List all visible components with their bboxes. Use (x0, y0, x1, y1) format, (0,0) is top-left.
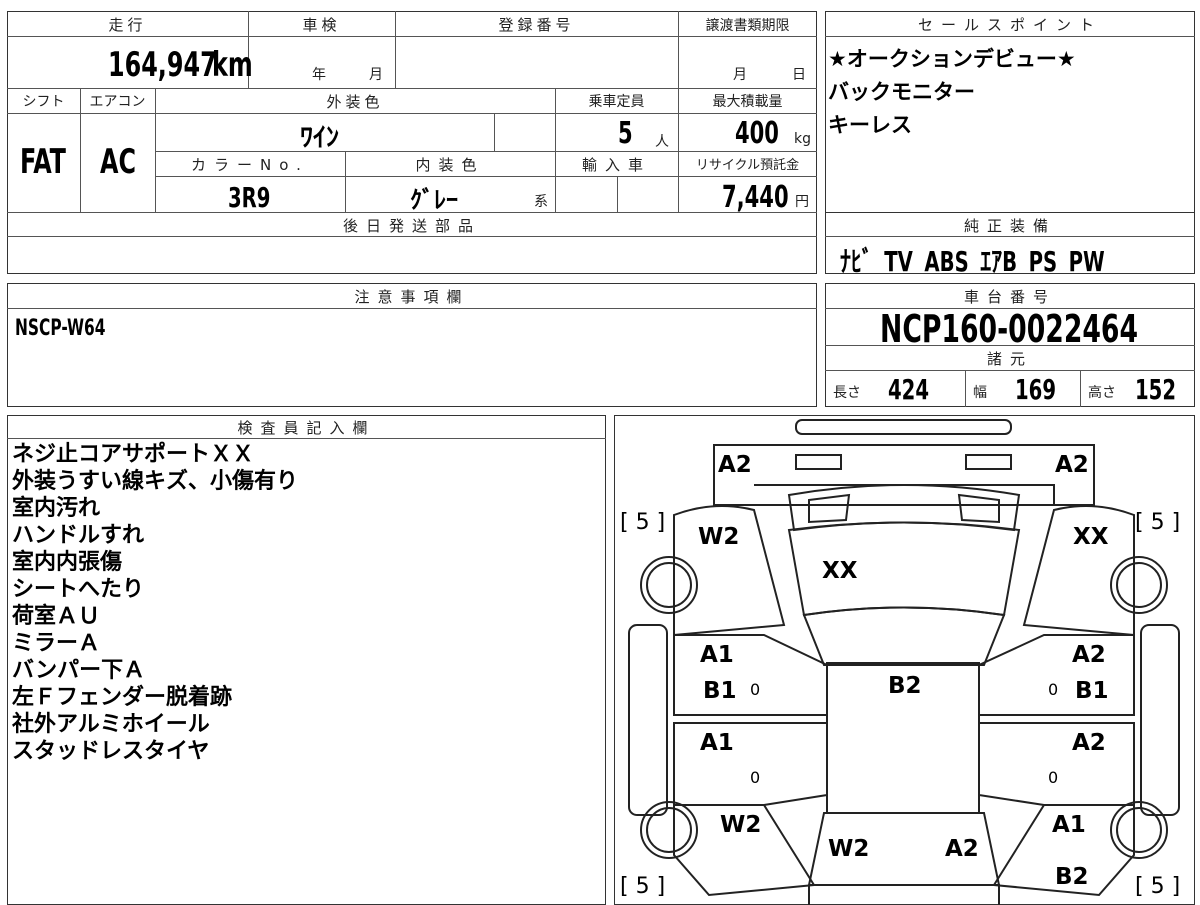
damage-hood: XX (822, 558, 858, 584)
max-load-unit: kg (794, 131, 811, 147)
capacity-value: 5 (618, 116, 633, 151)
inspector-note: 外装うすい線キズ、小傷有り (12, 469, 299, 494)
width-value: 169 (1015, 373, 1057, 406)
later-parts-header: 後日発送部品 (342, 217, 481, 235)
tire-rl-rating: [ 5 ] (620, 874, 666, 899)
import-header: 輸入車 (581, 156, 651, 174)
damage-rear-quarter-right: B2 (1055, 864, 1089, 890)
width-label: 幅 (973, 385, 987, 401)
inspector-note: ハンドルすれ (12, 523, 145, 548)
inspector-note: 室内汚れ (12, 496, 101, 521)
recycle-value: 7,440 (722, 180, 789, 215)
inspector-note: 室内内張傷 (12, 550, 123, 575)
color-no-value: 3R9 (228, 181, 271, 214)
inspector-note: 社外アルミホイール (12, 712, 210, 737)
chassis-no-value: NCP160-0022464 (880, 307, 1139, 351)
chassis-no-header: 車台番号 (963, 288, 1056, 306)
inspector-note: 荷室ＡＵ (12, 604, 101, 629)
deadline-day-unit: 日 (792, 67, 806, 83)
damage-door-fl: A1 (700, 642, 734, 668)
specs-header: 諸元 (986, 350, 1033, 368)
interior-color-header: 内装色 (415, 156, 485, 174)
aircon-value: AC (100, 142, 136, 182)
damage-door-fr: A2 (1072, 642, 1106, 668)
inspector-note: バンパー下Ａ (12, 658, 146, 683)
capacity-unit: 人 (655, 134, 669, 150)
recycle-fee-header: リサイクル預託金 (695, 158, 800, 173)
sales-point: バックモニター (828, 80, 975, 104)
inspector-note: ミラーＡ (12, 631, 101, 656)
sales-points-header: セールスポイント (917, 16, 1102, 34)
transfer-deadline-header: 譲渡書類期限 (705, 18, 790, 34)
mark-door-rr: 0 (1048, 768, 1059, 787)
inspector-note: ネジ止コアサポートＸＸ (12, 442, 255, 467)
interior-color-value: ｸﾞﾚｰ (410, 186, 458, 214)
inspection-year-unit: 年 (312, 67, 326, 83)
inspector-note: スタッドレスタイヤ (12, 739, 210, 764)
max-load-header: 最大積載量 (712, 94, 783, 110)
damage-rear-left: W2 (828, 836, 870, 862)
recycle-unit: 円 (795, 194, 809, 210)
height-label: 高さ (1088, 385, 1116, 401)
registration-header: 登録番号 (498, 16, 575, 34)
sales-point: ★オークションデビュー★ (828, 47, 1076, 71)
damage-sill-fr: B1 (1075, 678, 1109, 704)
damage-door-rr: A2 (1072, 730, 1106, 756)
damage-fender-fl: W2 (698, 524, 740, 550)
mileage-header: 走行 (108, 16, 147, 34)
tire-rr-rating: [ 5 ] (1135, 874, 1181, 899)
aircon-header: エアコン (89, 94, 146, 110)
length-value: 424 (888, 373, 930, 406)
max-load-value: 400 (735, 116, 779, 151)
shift-header: シフト (22, 94, 65, 110)
damage-fender-rl: W2 (720, 812, 762, 838)
deadline-month-unit: 月 (733, 67, 747, 83)
inspector-notes-list: ネジ止コアサポートＸＸ 外装うすい線キズ、小傷有り 室内汚れ ハンドルすれ 室内… (12, 441, 298, 765)
mileage-value: 164,947 (108, 45, 217, 85)
height-value: 152 (1135, 373, 1177, 406)
inspector-note: シートへたり (12, 577, 145, 602)
exterior-color-header: 外装色 (326, 93, 384, 111)
tire-fr-rating: [ 5 ] (1135, 510, 1181, 535)
exterior-color-value: ﾜｲﾝ (300, 123, 340, 153)
interior-color-suffix: 系 (534, 194, 548, 210)
mark-door-rl: 0 (750, 768, 761, 787)
damage-rear-right: A2 (945, 836, 979, 862)
length-label: 長さ (833, 385, 861, 401)
inspector-note: 左Ｆフェンダー脱着跡 (12, 685, 233, 710)
inspection-month-unit: 月 (369, 67, 383, 83)
sales-point: キーレス (828, 113, 912, 137)
capacity-header: 乗車定員 (588, 94, 645, 110)
notes-text: NSCP-W64 (15, 316, 106, 341)
genuine-equipment-header: 純正装備 (963, 217, 1056, 235)
damage-front-left: A2 (718, 452, 752, 478)
inspector-header: 検査員記入欄 (237, 419, 376, 437)
color-no-header: カラーNo. (191, 156, 309, 174)
mark-door-fr: 0 (1048, 680, 1059, 699)
shift-value: FAT (20, 142, 66, 182)
damage-sill-fl: B1 (703, 678, 737, 704)
sales-points-list: ★オークションデビュー★ バックモニター キーレス (828, 43, 1076, 142)
notes-header: 注意事項欄 (354, 288, 470, 306)
damage-fender-rr: A1 (1052, 812, 1086, 838)
inspection-header: 車検 (302, 16, 341, 34)
damage-roof: B2 (888, 673, 922, 699)
tire-fl-rating: [ 5 ] (620, 510, 666, 535)
mark-door-fl: 0 (750, 680, 761, 699)
genuine-equipment-value: ﾅﾋﾞ TV ABS ｴｱB PS PW (840, 245, 1105, 278)
mileage-unit: km (212, 45, 253, 85)
damage-front-right: A2 (1055, 452, 1089, 478)
damage-fender-fr: XX (1073, 524, 1109, 550)
damage-door-rl: A1 (700, 730, 734, 756)
